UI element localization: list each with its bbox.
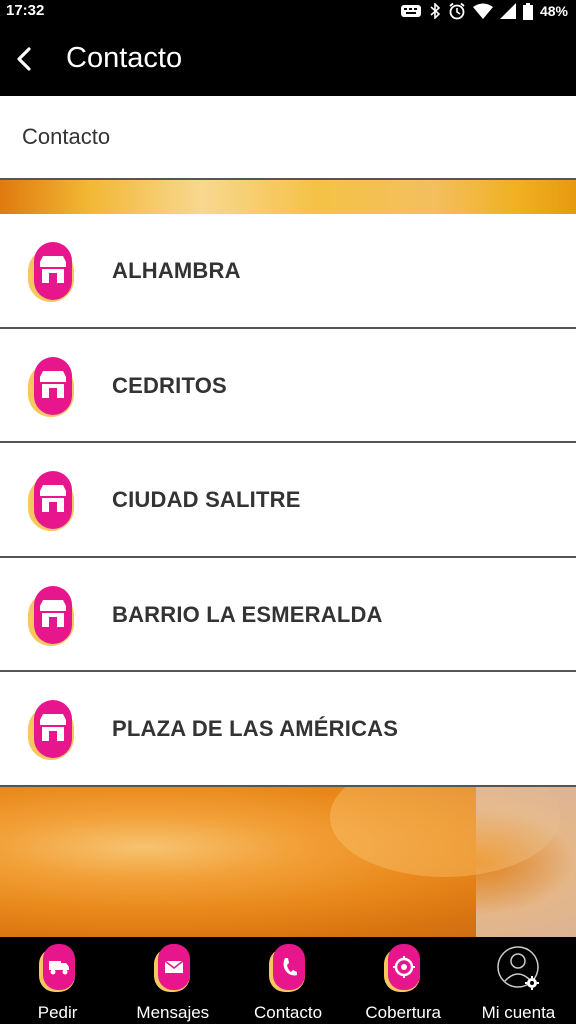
status-bar: 17:32 48% bbox=[0, 0, 576, 22]
decorative-banner-strip bbox=[0, 180, 576, 214]
store-icon bbox=[28, 356, 74, 417]
location-item-ciudad-salitre[interactable]: CIUDAD SALITRE bbox=[0, 443, 576, 558]
store-icon bbox=[28, 471, 74, 532]
background-photo bbox=[0, 787, 576, 937]
status-icons: 48% bbox=[400, 2, 568, 20]
chevron-left-icon bbox=[17, 47, 31, 71]
envelope-icon bbox=[153, 944, 190, 992]
nav-item-contacto[interactable]: Contacto bbox=[230, 937, 345, 1024]
phone-icon bbox=[269, 944, 305, 992]
nav-label: Cobertura bbox=[365, 1003, 442, 1022]
section-title: Contacto bbox=[22, 124, 111, 149]
status-time: 17:32 bbox=[6, 2, 45, 19]
bottom-navigation: Pedir Mensajes Contacto Cobertura Mi cue… bbox=[0, 937, 576, 1024]
photo-shade bbox=[476, 787, 576, 937]
location-item-barrio-la-esmeralda[interactable]: BARRIO LA ESMERALDA bbox=[0, 557, 576, 673]
app-bar: Contacto bbox=[0, 22, 576, 96]
back-button[interactable] bbox=[4, 39, 44, 79]
store-icon bbox=[28, 242, 74, 302]
section-header: Contacto bbox=[0, 96, 576, 180]
battery-icon bbox=[522, 2, 533, 20]
wifi-icon bbox=[472, 3, 493, 19]
store-icon bbox=[28, 700, 74, 761]
battery-percent: 48% bbox=[539, 3, 568, 19]
location-list: ALHAMBRA CEDRITOS CIUDAD SALITRE BARRIO … bbox=[0, 214, 576, 787]
nav-label: Mensajes bbox=[136, 1003, 210, 1022]
nav-item-mi-cuenta[interactable]: Mi cuenta bbox=[461, 937, 576, 1024]
location-name: CEDRITOS bbox=[112, 372, 227, 398]
alarm-icon bbox=[449, 2, 465, 20]
location-name: CIUDAD SALITRE bbox=[112, 487, 301, 513]
location-item-plaza-de-las-americas[interactable]: PLAZA DE LAS AMÉRICAS bbox=[0, 672, 576, 787]
nav-item-cobertura[interactable]: Cobertura bbox=[346, 937, 461, 1024]
delivery-truck-icon bbox=[38, 944, 75, 992]
nav-item-pedir[interactable]: Pedir bbox=[0, 937, 115, 1024]
location-item-cedritos[interactable]: CEDRITOS bbox=[0, 328, 576, 444]
nav-label: Mi cuenta bbox=[481, 1003, 556, 1022]
coverage-icon bbox=[384, 944, 421, 992]
bluetooth-icon bbox=[430, 3, 441, 19]
store-icon bbox=[28, 585, 74, 646]
location-item-alhambra[interactable]: ALHAMBRA bbox=[0, 214, 576, 329]
cell-signal-icon bbox=[499, 3, 516, 19]
location-name: PLAZA DE LAS AMÉRICAS bbox=[112, 716, 399, 742]
page-title: Contacto bbox=[66, 42, 183, 74]
nav-label: Contacto bbox=[253, 1003, 323, 1022]
account-settings-icon bbox=[497, 946, 540, 990]
nav-label: Pedir bbox=[37, 1003, 78, 1022]
nav-item-mensajes[interactable]: Mensajes bbox=[115, 937, 230, 1024]
keyboard-notification-icon bbox=[400, 5, 421, 17]
location-name: ALHAMBRA bbox=[112, 258, 241, 283]
location-name: BARRIO LA ESMERALDA bbox=[112, 601, 383, 627]
